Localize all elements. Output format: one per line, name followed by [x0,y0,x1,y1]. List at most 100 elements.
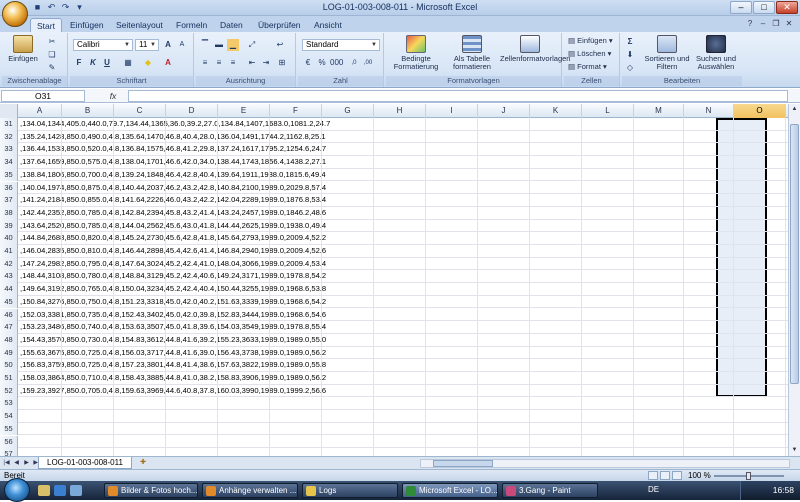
italic-button[interactable]: K [87,57,99,69]
column-header-c[interactable]: C [114,104,166,118]
cell-a[interactable]: ,143.64,2520,850.0,785.0,4.8,144.04,2562… [20,220,326,233]
cell-a[interactable]: ,149.64,3192,850.0,765.0,4.8,150.04,3234… [20,283,326,296]
bold-button[interactable]: F [73,57,85,69]
insert-cells-button[interactable]: ▤ Einfügen ▾ [568,36,613,46]
clear-icon[interactable]: ◇ [624,62,636,74]
insert-sheet-icon[interactable]: ✚ [136,458,150,468]
cell-a[interactable]: ,141.24,2184,850.0,855.0,4.8,141.64,2226… [20,194,326,207]
decrease-decimal-icon[interactable]: ,00 [362,57,374,69]
delete-cells-button[interactable]: ▤ Löschen ▾ [568,49,611,59]
format-painter-icon[interactable]: ✎ [46,62,58,74]
paste-button[interactable]: Einfügen [6,35,40,63]
zoom-slider[interactable] [714,472,784,480]
find-select-button[interactable]: Suchen und Auswählen [692,35,740,71]
tab-daten[interactable]: Daten [214,18,249,32]
cell-a[interactable]: ,148.44,3108,850.0,780.0,4.8,148.84,3129… [20,270,326,283]
row-header[interactable]: 38 [0,206,18,220]
row-header[interactable]: 44 [0,283,18,296]
cell-a[interactable]: ,142.44,2352,850.0,785.0,4.8,142.84,2394… [20,207,326,220]
row-header[interactable]: 47 [0,321,18,334]
page-layout-view-icon[interactable] [660,471,670,480]
cell-a[interactable]: ,159.23,3927,850.0,705.0,4.8,159.63,3969… [20,385,326,398]
row-header[interactable]: 54 [0,410,18,423]
office-button[interactable] [2,1,28,27]
font-size-select[interactable]: 11 ▼ [135,39,159,51]
row-header[interactable]: 42 [0,257,18,271]
cell-a[interactable]: ,137.64,1659,850.0,575.0,4.8,138.04,1701… [20,156,326,169]
copy-icon[interactable]: ❏ [46,49,58,61]
prev-sheet-icon[interactable]: ◀ [12,459,21,468]
wrap-text-icon[interactable]: ↩ [274,39,286,51]
sheet-tab[interactable]: LOG-01-003-008-011 [38,457,132,469]
row-header[interactable]: 36 [0,181,18,195]
align-bottom-icon[interactable]: ▁ [227,39,239,51]
minimize-button[interactable]: – [730,1,752,14]
column-header-k[interactable]: K [530,104,582,118]
cell-a[interactable]: ,144.84,2688,850.0,820.0,4.8,145.24,2730… [20,232,326,245]
row-header[interactable]: 34 [0,156,18,169]
row-header[interactable]: 55 [0,422,18,436]
sort-filter-button[interactable]: Sortieren und Filtern [644,35,690,71]
column-header-a[interactable]: A [18,104,62,118]
page-break-view-icon[interactable] [672,471,682,480]
row-header[interactable]: 39 [0,219,18,233]
cell-a[interactable]: ,146.04,2835,850.0,810.0,4.8,146.44,2898… [20,245,326,258]
column-header-f[interactable]: F [270,104,322,118]
first-sheet-icon[interactable]: |◀ [2,459,11,468]
cell-a[interactable]: ,135.24,1428,850.0,490.0,4.8,135.64,1470… [20,131,326,144]
row-header[interactable]: 56 [0,435,18,449]
tab-formeln[interactable]: Formeln [170,18,213,32]
font-name-select[interactable]: Calibri ▼ [73,39,133,51]
format-cells-button[interactable]: ▤ Format ▾ [568,62,607,72]
tab-ansicht[interactable]: Ansicht [308,18,348,32]
increase-decimal-icon[interactable]: ,0 [348,57,360,69]
row-header[interactable]: 50 [0,359,18,372]
name-box[interactable]: O31 [1,90,85,102]
increase-indent-icon[interactable]: ⇥ [260,57,272,69]
merge-center-icon[interactable]: ⊞ [276,57,288,69]
column-header-i[interactable]: I [426,104,478,118]
maximize-button[interactable]: □ [753,1,775,14]
underline-button[interactable]: U [101,57,113,69]
fill-icon[interactable]: ⬇ [624,49,636,61]
clock[interactable]: 16:58 [773,485,794,495]
vertical-scroll-thumb[interactable] [790,124,799,384]
font-color-icon[interactable]: A [162,57,174,69]
cell-a[interactable]: ,147.24,2982,850.0,795.0,4.8,147.64,3024… [20,258,326,271]
format-as-table-button[interactable]: Als Tabelle formatieren [446,35,498,71]
column-header-m[interactable]: M [634,104,684,118]
autosum-icon[interactable]: Σ [624,36,636,48]
formula-input[interactable] [128,90,788,102]
currency-icon[interactable]: € [302,57,314,69]
scroll-up-icon[interactable]: ▲ [790,105,799,114]
cut-icon[interactable]: ✂ [46,36,58,48]
row-header[interactable]: 48 [0,333,18,347]
orientation-icon[interactable]: ⤢ [246,39,258,51]
column-header-l[interactable]: L [582,104,634,118]
border-icon[interactable]: ▦ [122,57,134,69]
column-header-d[interactable]: D [166,104,218,118]
row-header[interactable]: 53 [0,397,18,411]
language-indicator[interactable]: DE [648,485,659,494]
column-header-e[interactable]: E [218,104,270,118]
align-top-icon[interactable]: ▔ [199,39,211,51]
row-header[interactable]: 32 [0,130,18,144]
next-sheet-icon[interactable]: ▶ [22,459,31,468]
align-right-icon[interactable]: ≡ [227,57,239,69]
column-header-g[interactable]: G [322,104,374,118]
column-header-j[interactable]: J [478,104,530,118]
cell-a[interactable]: ,154.43,3570,850.0,730.0,4.8,154.83,3612… [20,334,326,347]
restore-workbook-icon[interactable]: ❐ [771,19,781,29]
vertical-scrollbar[interactable]: ▲ ▼ [788,104,800,456]
help-icon[interactable]: ? [745,19,755,29]
cell-a[interactable]: ,136.44,1533,850.0,520.0,4.8,136.84,1575… [20,143,326,156]
cell-a[interactable]: ,155.63,3675,850.0,725.0,4.8,156.03,3717… [20,347,326,360]
minimize-workbook-icon[interactable]: – [758,19,768,29]
percent-icon[interactable]: % [316,57,328,69]
row-header[interactable]: 40 [0,232,18,245]
scroll-down-icon[interactable]: ▼ [790,446,799,455]
zoom-slider-knob[interactable] [746,472,751,480]
align-center-icon[interactable]: ≡ [213,57,225,69]
number-format-select[interactable]: Standard ▼ [302,39,380,51]
row-header[interactable]: 35 [0,168,18,182]
